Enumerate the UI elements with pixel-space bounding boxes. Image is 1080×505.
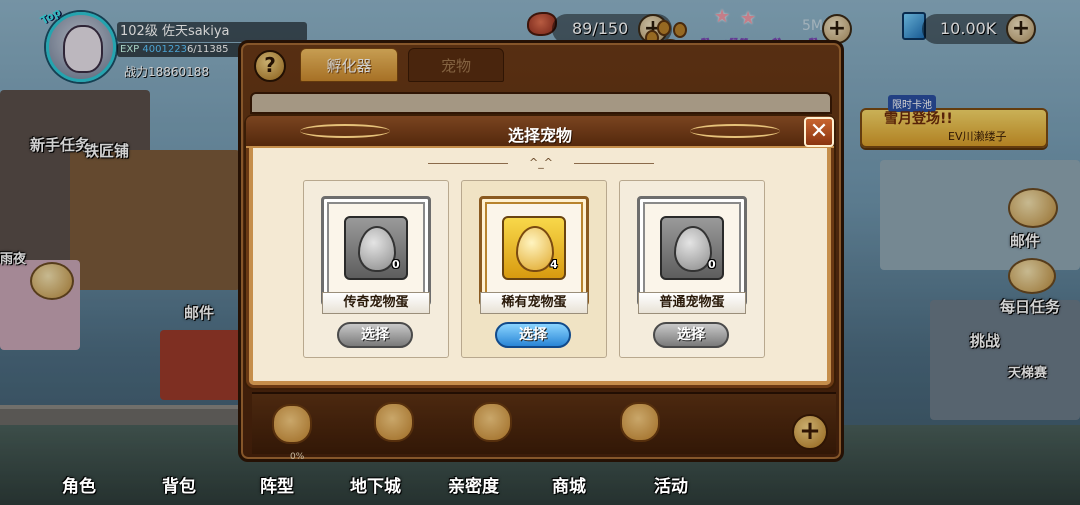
nav-shop[interactable]: 商城 bbox=[552, 472, 586, 502]
scene-building bbox=[160, 330, 250, 400]
exp-value-rest: 6/11385 bbox=[186, 44, 229, 55]
gem-add-button[interactable]: + bbox=[1006, 14, 1036, 44]
player-level-name: 102级 佐天sakiya bbox=[117, 22, 307, 42]
pet-slot[interactable] bbox=[472, 402, 512, 442]
select-legendary-button[interactable]: 选择 bbox=[337, 322, 413, 348]
daily-task-label[interactable]: 每日任务 bbox=[1000, 296, 1060, 317]
egg-name: 传奇宠物蛋 bbox=[322, 292, 430, 314]
scene-building bbox=[930, 300, 1080, 420]
nav-dungeon[interactable]: 地下城 bbox=[350, 472, 401, 502]
tab-incubator[interactable]: 孵化器 bbox=[300, 48, 398, 82]
add-slot-button[interactable]: + bbox=[792, 414, 828, 450]
scene-building bbox=[70, 150, 240, 290]
star-icon: ★ bbox=[740, 8, 757, 29]
mail-icon[interactable] bbox=[1008, 188, 1058, 228]
mail-right-label[interactable]: 邮件 bbox=[1010, 230, 1040, 251]
ladder-label[interactable]: 天梯赛 bbox=[1008, 362, 1047, 381]
common-egg-icon bbox=[674, 226, 712, 272]
exp-bar: EXP 40012236/11385 bbox=[117, 43, 247, 57]
pet-slot[interactable] bbox=[374, 402, 414, 442]
tab-pets[interactable]: 宠物 bbox=[408, 48, 504, 82]
select-common-button[interactable]: 选择 bbox=[653, 322, 729, 348]
egg-count: 4 bbox=[550, 258, 558, 271]
player-avatar[interactable] bbox=[46, 12, 116, 82]
help-button[interactable]: ? bbox=[254, 50, 286, 82]
decorative-face-divider: ^_^ bbox=[428, 156, 654, 170]
blacksmith-label[interactable]: 铁匠铺 bbox=[84, 140, 129, 161]
mail-left-label[interactable]: 邮件 bbox=[184, 302, 214, 323]
challenge-label[interactable]: 挑战 bbox=[970, 330, 1000, 351]
avatar-portrait bbox=[63, 25, 103, 73]
egg-name: 普通宠物蛋 bbox=[638, 292, 746, 314]
chat-bubble-icon[interactable] bbox=[30, 262, 74, 300]
nav-backpack[interactable]: 背包 bbox=[162, 472, 196, 502]
event-subtitle: EV川濑缕子 bbox=[948, 130, 1007, 143]
rain-night-label: 雨夜 bbox=[0, 252, 27, 267]
nav-intimacy[interactable]: 亲密度 bbox=[448, 472, 499, 502]
nav-events[interactable]: 活动 bbox=[654, 472, 688, 502]
incubator-slots-strip bbox=[250, 92, 832, 114]
nav-formation[interactable]: 阵型 bbox=[260, 472, 294, 502]
select-rare-button[interactable]: 选择 bbox=[495, 322, 571, 348]
exp-value: 4001223 bbox=[142, 44, 187, 55]
egg-name: 稀有宠物蛋 bbox=[480, 292, 588, 314]
rare-egg-icon bbox=[516, 226, 554, 272]
title-ornament-left bbox=[300, 124, 390, 138]
pet-slot[interactable] bbox=[272, 404, 312, 444]
gem-value: 10.00K bbox=[940, 19, 997, 38]
title-ornament-right bbox=[690, 124, 780, 138]
egg-count: 0 bbox=[392, 258, 400, 271]
stamina-value: 89/150 bbox=[572, 19, 629, 38]
combat-power: 战力18860188 bbox=[124, 65, 210, 79]
exp-label: EXP bbox=[120, 44, 140, 55]
egg-count: 0 bbox=[708, 258, 716, 271]
legendary-egg-icon bbox=[358, 226, 396, 272]
close-button[interactable]: ✕ bbox=[804, 117, 834, 147]
pet-slots-bar bbox=[252, 392, 836, 454]
hatch-progress-percent: 0% bbox=[290, 452, 305, 462]
scroll-icon[interactable] bbox=[1008, 258, 1056, 294]
nav-character[interactable]: 角色 bbox=[62, 472, 96, 502]
modal-title: 选择宠物 bbox=[507, 126, 572, 145]
newbie-task-label[interactable]: 新手任务 bbox=[30, 134, 90, 155]
pet-slot[interactable] bbox=[620, 402, 660, 442]
star-icon: ★ bbox=[714, 6, 731, 27]
event-title: 雪月登场!! bbox=[884, 111, 953, 127]
